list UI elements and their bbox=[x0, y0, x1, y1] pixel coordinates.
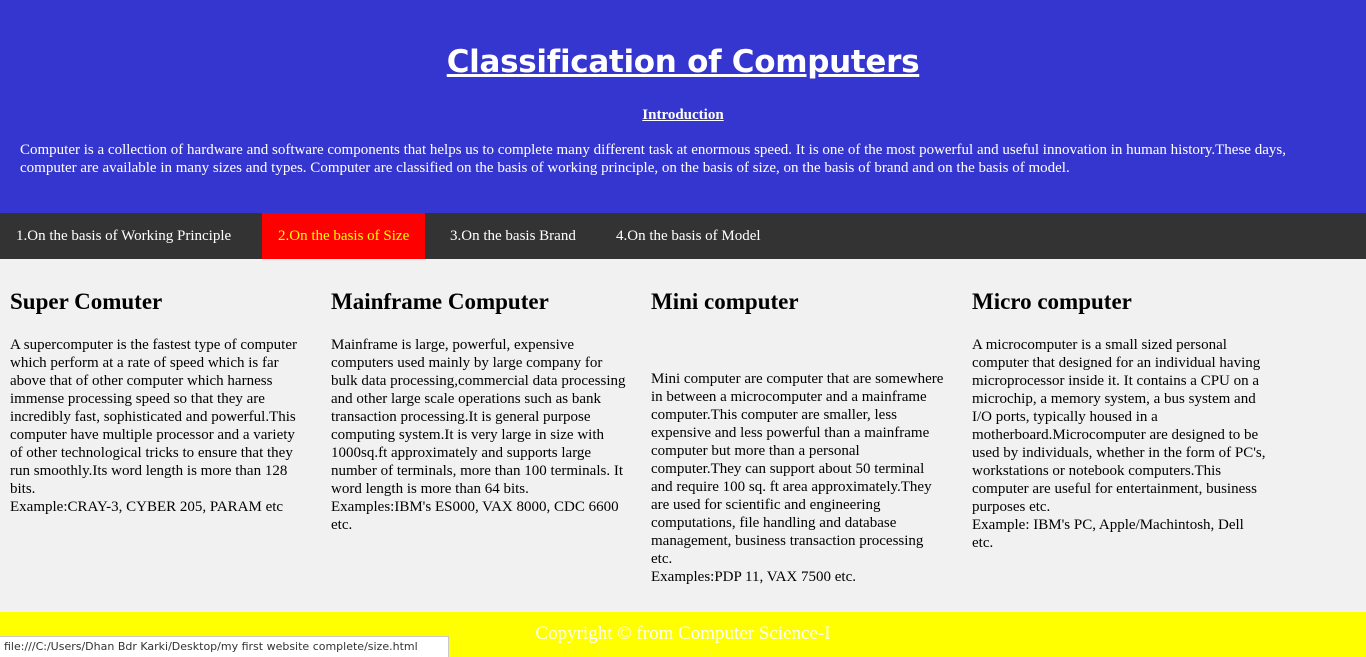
nav-link-model[interactable]: 4.On the basis of Model bbox=[600, 213, 777, 259]
nav-link-working-principle[interactable]: 1.On the basis of Working Principle bbox=[0, 213, 247, 259]
page-title: Classification of Computers bbox=[446, 44, 920, 80]
column-text: A supercomputer is the fastest type of c… bbox=[10, 337, 298, 497]
column-heading: Mainframe Computer bbox=[331, 289, 549, 314]
column-example: Example: IBM's PC, Apple/Machintosh, Del… bbox=[972, 517, 1244, 551]
status-bar-url: file:///C:/Users/Dhan Bdr Karki/Desktop/… bbox=[0, 636, 449, 657]
nav-bar: 1.On the basis of Working Principle 2.On… bbox=[0, 213, 1366, 259]
nav-link-size[interactable]: 2.On the basis of Size bbox=[262, 213, 426, 259]
column-text: Mini computer are computer that are some… bbox=[651, 371, 944, 567]
column-text: Mainframe is large, powerful, expensive … bbox=[331, 337, 626, 497]
column-heading: Micro computer bbox=[972, 289, 1132, 314]
column-mini-computer: Mini computer Mini computer are computer… bbox=[651, 286, 947, 586]
column-example: Example:CRAY-3, CYBER 205, PARAM etc bbox=[10, 499, 284, 515]
column-example: Examples:PDP 11, VAX 7500 etc. bbox=[651, 569, 856, 585]
nav-link-brand[interactable]: 3.On the basis Brand bbox=[434, 213, 592, 259]
intro-heading: Introduction bbox=[642, 107, 724, 123]
column-text: A microcomputer is a small sized persona… bbox=[972, 337, 1266, 515]
column-super-computer: Super Comuter A supercomputer is the fas… bbox=[10, 286, 306, 516]
column-mainframe-computer: Mainframe Computer Mainframe is large, p… bbox=[331, 286, 627, 534]
column-micro-computer: Micro computer A microcomputer is a smal… bbox=[972, 286, 1268, 552]
column-heading: Mini computer bbox=[651, 289, 799, 314]
column-heading: Super Comuter bbox=[10, 289, 163, 314]
intro-paragraph: Computer is a collection of hardware and… bbox=[20, 142, 1286, 176]
site-header: Classification of Computers Introduction… bbox=[0, 0, 1366, 213]
column-example: Examples:IBM's ES000, VAX 8000, CDC 6600… bbox=[331, 499, 619, 533]
